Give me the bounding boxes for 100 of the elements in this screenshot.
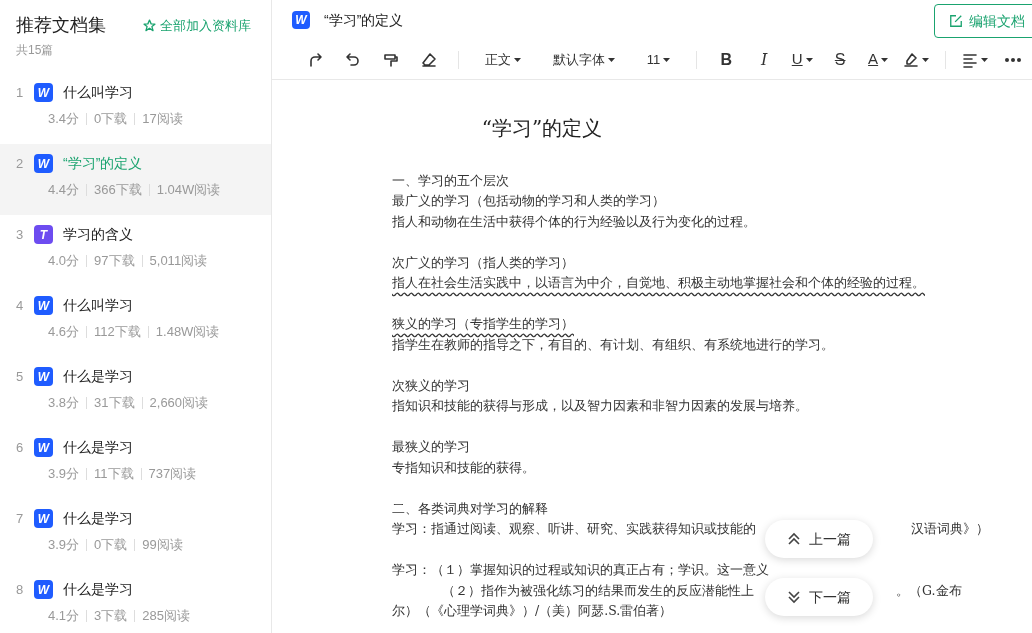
document-text: 学习：（１）掌握知识的过程或知识的真正占有；学识。这一意义 xyxy=(392,561,769,580)
item-reads: 285阅读 xyxy=(142,607,190,625)
font-color-button[interactable]: A xyxy=(859,48,898,71)
document-text: 尔）（《心理学词典》）/（美）阿瑟.S.雷伯著） xyxy=(392,602,673,621)
item-reads: 1.48W阅读 xyxy=(155,323,220,341)
item-title: 什么是学习 xyxy=(63,580,133,599)
dropdown-button[interactable]: 11 xyxy=(630,49,687,70)
document-list-item[interactable]: 1 W 什么叫学习 3.4分 0下载 17阅读 xyxy=(0,73,271,144)
item-number: 4 xyxy=(16,296,24,315)
item-number: 3 xyxy=(16,225,24,244)
caret-icon xyxy=(607,57,615,62)
document-text: 次狭义的学习 xyxy=(392,376,470,395)
document-text: 次广义的学习（指人类的学习） xyxy=(392,253,574,272)
item-number: 8 xyxy=(16,580,24,599)
document-text: 最狭义的学习 xyxy=(392,438,470,457)
caret-icon xyxy=(663,57,671,62)
item-score: 4.0分 xyxy=(48,252,80,270)
more-icon[interactable] xyxy=(1003,56,1022,63)
document-text: 汉语词典》） xyxy=(911,520,989,539)
format-painter-icon[interactable] xyxy=(382,51,399,68)
document-list-item[interactable]: 5 W 什么是学习 3.8分 31下载 2,660阅读 xyxy=(0,357,271,428)
item-reads: 5,011阅读 xyxy=(149,252,208,270)
document-list-item[interactable]: 4 W 什么叫学习 4.6分 112下载 1.48W阅读 xyxy=(0,286,271,357)
document-text: 指人和动物在生活中获得个体的行为经验以及行为变化的过程。 xyxy=(392,212,756,231)
next-document-button[interactable]: 下一篇 xyxy=(765,578,873,616)
dropdown-button[interactable]: 正文 xyxy=(468,49,537,70)
item-downloads: 11下载 xyxy=(94,465,134,483)
document-list-item[interactable]: 6 W 什么是学习 3.9分 11下载 737阅读 xyxy=(0,428,271,499)
item-downloads: 31下载 xyxy=(94,394,135,412)
document-type-icon: W xyxy=(34,580,53,599)
item-downloads: 0下载 xyxy=(94,110,128,128)
document-list-item[interactable]: 8 W 什么是学习 4.1分 3下载 285阅读 xyxy=(0,570,271,633)
document-type-icon: W xyxy=(34,438,53,457)
item-reads: 737阅读 xyxy=(148,465,197,483)
double-up-chevron-icon xyxy=(787,532,801,546)
document-text: 二、各类词典对学习的解释 xyxy=(392,499,548,518)
document-list-item[interactable]: 2 W “学习”的定义 4.4分 366下载 1.04W阅读 xyxy=(0,144,271,215)
align-left-icon[interactable] xyxy=(962,51,978,68)
bold-button[interactable]: B xyxy=(707,47,746,72)
item-score: 3.4分 xyxy=(48,110,80,128)
item-score: 3.9分 xyxy=(48,465,80,483)
star-icon xyxy=(143,19,156,32)
item-number: 2 xyxy=(16,154,24,173)
item-downloads: 0下载 xyxy=(94,536,128,554)
caret-icon xyxy=(881,57,889,62)
item-downloads: 3下载 xyxy=(94,607,128,625)
document-type-icon: W xyxy=(292,11,310,29)
document-text: 最广义的学习（包括动物的学习和人类的学习） xyxy=(392,192,665,211)
item-title: 什么是学习 xyxy=(63,438,133,457)
item-title: 什么叫学习 xyxy=(63,83,133,102)
document-type-icon: T xyxy=(34,225,53,244)
item-title: 学习的含义 xyxy=(63,225,133,244)
underline-button[interactable]: U xyxy=(783,48,822,71)
caret-icon xyxy=(922,57,930,62)
item-reads: 1.04W阅读 xyxy=(156,181,221,199)
item-score: 4.6分 xyxy=(48,323,80,341)
document-text: 指知识和技能的获得与形成，以及智力因素和非智力因素的发展与培养。 xyxy=(392,397,808,416)
previous-document-button[interactable]: 上一篇 xyxy=(765,520,873,558)
caret-icon xyxy=(981,57,988,62)
item-downloads: 97下载 xyxy=(94,252,135,270)
eraser-icon[interactable] xyxy=(420,51,437,68)
caret-icon xyxy=(805,57,813,62)
document-text: 学习：指通过阅读、观察、听讲、研究、实践获得知识或技能的 xyxy=(392,520,756,539)
document-text: 专指知识和技能的获得。 xyxy=(392,458,535,477)
document-list-item[interactable]: 3 T 学习的含义 4.0分 97下载 5,011阅读 xyxy=(0,215,271,286)
dropdown-button[interactable]: 默认字体 xyxy=(536,49,631,70)
document-type-icon: W xyxy=(34,367,53,386)
item-downloads: 112下载 xyxy=(94,323,141,341)
document-type-icon: W xyxy=(34,83,53,102)
document-type-icon: W xyxy=(34,154,53,173)
item-score: 4.4分 xyxy=(48,181,80,199)
item-score: 3.9分 xyxy=(48,536,80,554)
document-count: 共15篇 xyxy=(16,42,55,59)
item-reads: 17阅读 xyxy=(142,110,183,128)
item-number: 7 xyxy=(16,509,24,528)
document-title: “学习”的定义 xyxy=(324,10,404,30)
undo-icon[interactable] xyxy=(344,51,361,68)
double-down-chevron-icon xyxy=(787,590,801,604)
document-text: 指学生在教师的指导之下，有目的、有计划、有组织、有系统地进行的学习。 xyxy=(392,335,834,354)
document-text: 一、学习的五个层次 xyxy=(392,171,509,190)
strikethrough-button[interactable]: S xyxy=(821,47,860,72)
item-number: 6 xyxy=(16,438,24,457)
caret-icon xyxy=(513,57,521,62)
item-number: 1 xyxy=(16,83,24,102)
item-score: 3.8分 xyxy=(48,394,80,412)
item-title: 什么是学习 xyxy=(63,509,133,528)
document-text: （２）指作为被强化练习的结果而发生的反应潜能性上 xyxy=(442,581,754,600)
document-list-item[interactable]: 7 W 什么是学习 3.9分 0下载 99阅读 xyxy=(0,499,271,570)
item-reads: 2,660阅读 xyxy=(149,394,209,412)
document-text: 指人在社会生活实践中，以语言为中介，自觉地、积极主动地掌握社会和个体的经验的过程。 xyxy=(392,274,925,293)
document-text: 狭义的学习（专指学生的学习） xyxy=(392,315,574,334)
edit-icon xyxy=(949,14,963,28)
item-score: 4.1分 xyxy=(48,607,80,625)
item-title: “学习”的定义 xyxy=(63,154,143,173)
highlighter-icon[interactable] xyxy=(903,51,920,68)
italic-button[interactable]: I xyxy=(745,47,784,72)
item-title: 什么叫学习 xyxy=(63,296,133,315)
document-text: 。（G.金布 xyxy=(896,581,962,600)
sidebar-title: 推荐文档集 xyxy=(16,14,106,37)
document-type-icon: W xyxy=(34,296,53,315)
